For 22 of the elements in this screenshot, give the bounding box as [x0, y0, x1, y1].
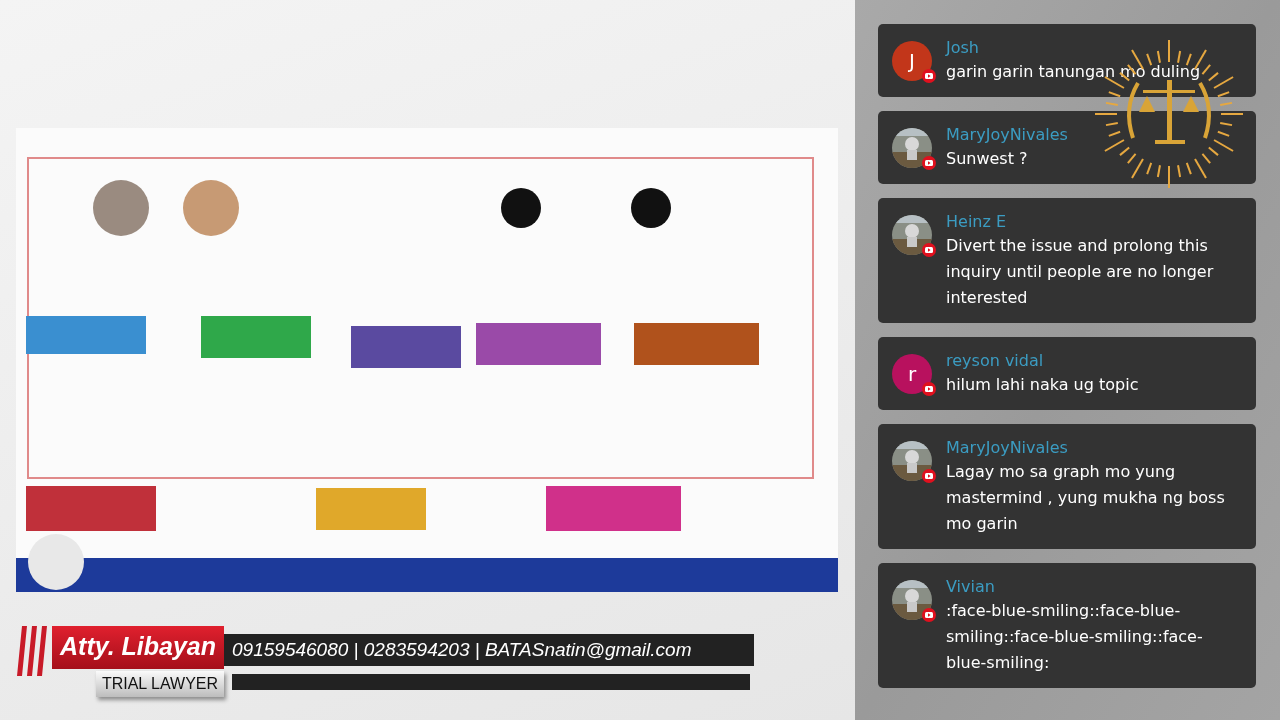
- youtube-icon: [922, 469, 936, 483]
- contact-info: 09159546080 | 0283594203 | BATASnatin@gmail.com: [224, 634, 755, 666]
- chat-author: MaryJoyNivales: [946, 124, 1068, 146]
- chat-author: reyson vidal: [946, 350, 1045, 372]
- chat-text: Sunwest ?: [946, 148, 1029, 170]
- chat-text: Divert the issue and prolong this inquiry until people are no longer interested: [946, 235, 1215, 309]
- chat-author: Heinz E: [946, 211, 1008, 233]
- chat-text: :face-blue-smiling::face-blue-smiling::face-blue-smiling::face-blue-smiling:: [946, 600, 1204, 674]
- chat-author: Josh: [946, 37, 980, 59]
- youtube-icon: [922, 382, 936, 396]
- avatar: J: [892, 41, 932, 81]
- chat-author: MaryJoyNivales: [946, 437, 1069, 459]
- youtube-icon: [922, 243, 936, 257]
- youtube-icon: [922, 608, 936, 622]
- lawyer-name: Atty. Libayan: [52, 626, 225, 669]
- chat-text: hilum lahi naka ug topic: [946, 374, 1139, 396]
- youtube-icon: [922, 156, 936, 170]
- youtube-icon: [922, 69, 936, 83]
- chat-text: Lagay mo sa graph mo yung mastermind , yung mukha ng boss mo garin: [946, 461, 1226, 535]
- chat-author: Vivian: [946, 576, 996, 598]
- avatar: r: [892, 354, 932, 394]
- lawyer-title: TRIAL LAWYER: [95, 671, 225, 697]
